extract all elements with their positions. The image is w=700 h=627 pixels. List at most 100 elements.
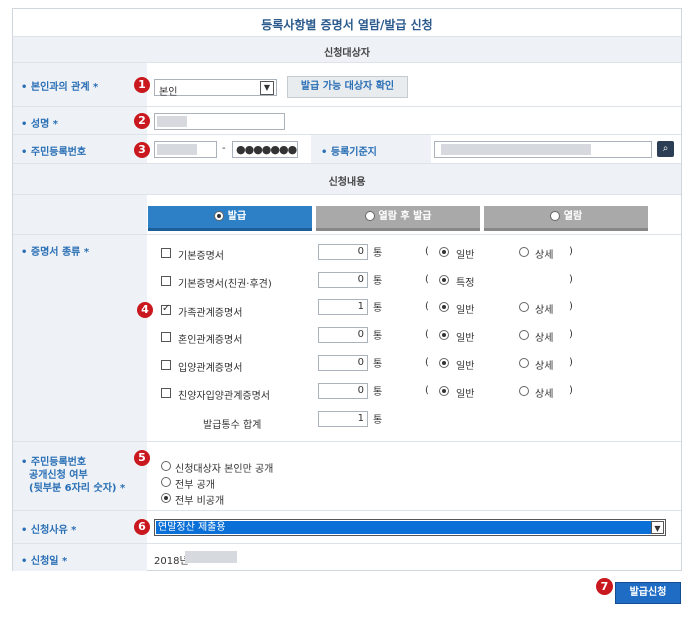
cert-opt2-basic: 상세 bbox=[535, 250, 554, 261]
chevron-down-icon: ▼ bbox=[651, 521, 664, 534]
date-row: • 신청일 * 2018년 bbox=[13, 543, 681, 571]
cert-close-basic: ) bbox=[569, 246, 573, 257]
cert-open-family: ( bbox=[425, 301, 429, 312]
cert-qty-basic[interactable]: 0 bbox=[318, 244, 368, 260]
resident-dash: - bbox=[222, 143, 226, 154]
resident-number-row: • 주민등록번호 3 - ●●●●●●● • 등록기준지 ⌕ bbox=[13, 134, 681, 163]
cert-radio-basic-guardian-specific[interactable] bbox=[439, 275, 449, 285]
cert-checkbox-basic[interactable] bbox=[161, 248, 171, 258]
name-input[interactable] bbox=[154, 113, 285, 130]
date-label: • 신청일 * bbox=[21, 556, 68, 567]
cert-radio-full-adoption-detail[interactable] bbox=[519, 386, 529, 396]
cert-radio-basic-general[interactable] bbox=[439, 247, 449, 257]
cert-opt2-adoption: 상세 bbox=[535, 361, 554, 372]
marker-5: 5 bbox=[134, 450, 150, 466]
cert-opt1-adoption: 일반 bbox=[456, 361, 475, 372]
disclosure-radio-all[interactable] bbox=[161, 477, 171, 487]
tab-view-then-issue[interactable]: 열람 후 발급 bbox=[316, 206, 480, 231]
cert-types-label: • 증명서 종류 * bbox=[21, 247, 90, 258]
cert-radio-family-general[interactable] bbox=[439, 302, 449, 312]
cert-checkbox-family[interactable]: ✓ bbox=[161, 303, 171, 315]
name-row: • 성명 * 2 bbox=[13, 106, 681, 134]
cert-radio-full-adoption-general[interactable] bbox=[439, 386, 449, 396]
resident-number-label-cell: • 주민등록번호 bbox=[13, 135, 147, 163]
check-eligible-button[interactable]: 발급 가능 대상자 확인 bbox=[287, 76, 408, 98]
cert-opt2-full-adoption: 상세 bbox=[535, 389, 554, 400]
cert-close-full-adoption: ) bbox=[569, 385, 573, 396]
cert-checkbox-basic-guardian[interactable] bbox=[161, 276, 171, 286]
cert-unit-adoption: 통 bbox=[373, 359, 383, 370]
cert-qty-marriage[interactable]: 0 bbox=[318, 327, 368, 343]
cert-opt2-marriage: 상세 bbox=[535, 333, 554, 344]
cert-radio-family-detail[interactable] bbox=[519, 302, 529, 312]
cert-radio-marriage-detail[interactable] bbox=[519, 330, 529, 340]
cert-radio-basic-detail[interactable] bbox=[519, 247, 529, 257]
relation-select-value: 본인 bbox=[159, 87, 178, 98]
tab-issue-radio bbox=[213, 211, 224, 221]
relation-label-cell: • 본인과의 관계 * bbox=[13, 63, 147, 106]
name-label: • 성명 * bbox=[21, 119, 58, 130]
cert-types-label-cell: • 증명서 종류 * bbox=[13, 235, 147, 441]
cert-checkbox-full-adoption[interactable] bbox=[161, 388, 171, 398]
cert-unit-marriage: 통 bbox=[373, 331, 383, 342]
tab-issue[interactable]: 발급 bbox=[148, 206, 312, 231]
cert-open-basic-guardian: ( bbox=[425, 274, 429, 285]
resident-back-input[interactable]: ●●●●●●● bbox=[232, 141, 298, 158]
page-title: 등록사항별 증명서 열람/발급 신청 bbox=[261, 18, 433, 32]
cert-checkbox-adoption[interactable] bbox=[161, 360, 171, 370]
resident-number-label: • 주민등록번호 bbox=[21, 147, 87, 158]
date-redacted bbox=[185, 551, 237, 563]
total-label: 발급통수 합계 bbox=[203, 420, 262, 431]
relation-select[interactable]: 본인 ▼ bbox=[154, 79, 277, 98]
cert-open-marriage: ( bbox=[425, 329, 429, 340]
cert-opt1-full-adoption: 일반 bbox=[456, 389, 475, 400]
cert-radio-adoption-detail[interactable] bbox=[519, 358, 529, 368]
cert-close-basic-guardian: ) bbox=[569, 274, 573, 285]
marker-1: 1 bbox=[134, 77, 150, 93]
marker-3: 3 bbox=[134, 142, 150, 158]
disclosure-label-cell: • 주민등록번호 공개신청 여부 (뒷부분 6자리 숫자) * bbox=[13, 442, 147, 510]
reason-select[interactable]: 연말정산 제출용 ▼ bbox=[154, 519, 666, 536]
cert-qty-family[interactable]: 1 bbox=[318, 299, 368, 315]
disclosure-radio-none[interactable] bbox=[161, 493, 171, 503]
cert-name-basic-guardian: 기본증명서(친권·후견) bbox=[178, 279, 272, 290]
submit-button[interactable]: 발급신청 bbox=[615, 582, 681, 604]
cert-unit-family: 통 bbox=[373, 303, 383, 314]
applicant-section-header: 신청대상자 bbox=[13, 36, 681, 62]
cert-name-basic: 기본증명서 bbox=[178, 251, 224, 262]
cert-radio-marriage-general[interactable] bbox=[439, 330, 449, 340]
marker-2: 2 bbox=[134, 113, 150, 129]
cert-opt1-marriage: 일반 bbox=[456, 333, 475, 344]
marker-7: 7 bbox=[596, 578, 613, 595]
tab-view[interactable]: 열람 bbox=[484, 206, 648, 231]
base-address-input[interactable] bbox=[434, 141, 652, 158]
content-section-header: 신청내용 bbox=[13, 163, 681, 194]
resident-front-input[interactable] bbox=[154, 141, 217, 158]
form-title-row: 등록사항별 증명서 열람/발급 신청 bbox=[13, 9, 681, 36]
marker-6: 6 bbox=[134, 519, 150, 535]
cert-checkbox-marriage[interactable] bbox=[161, 332, 171, 342]
application-form: 등록사항별 증명서 열람/발급 신청 신청대상자 • 본인과의 관계 * 1 본… bbox=[12, 8, 682, 571]
total-unit: 통 bbox=[373, 415, 383, 426]
cert-close-marriage: ) bbox=[569, 329, 573, 340]
cert-opt1-family: 일반 bbox=[456, 305, 475, 316]
reason-row: • 신청사유 * 6 연말정산 제출용 ▼ bbox=[13, 510, 681, 543]
date-label-cell: • 신청일 * bbox=[13, 544, 147, 571]
cert-qty-basic-guardian[interactable]: 0 bbox=[318, 272, 368, 288]
cert-radio-adoption-general[interactable] bbox=[439, 358, 449, 368]
tab-view-then-issue-radio bbox=[364, 211, 375, 221]
search-icon[interactable]: ⌕ bbox=[657, 141, 674, 157]
checkmark-icon: ✓ bbox=[162, 303, 171, 314]
disclosure-radio-self[interactable] bbox=[161, 461, 171, 471]
disclosure-option-none: 전부 비공개 bbox=[175, 496, 225, 507]
cert-qty-full-adoption[interactable]: 0 bbox=[318, 383, 368, 399]
name-label-cell: • 성명 * bbox=[13, 107, 147, 134]
cert-opt1-basic-guardian: 특정 bbox=[456, 278, 475, 289]
cert-unit-basic-guardian: 통 bbox=[373, 276, 383, 287]
base-address-label: • 등록기준지 bbox=[321, 147, 377, 158]
cert-close-family: ) bbox=[569, 301, 573, 312]
tab-view-radio bbox=[549, 211, 560, 221]
cert-open-basic: ( bbox=[425, 246, 429, 257]
disclosure-row: • 주민등록번호 공개신청 여부 (뒷부분 6자리 숫자) * 5 신청대상자 … bbox=[13, 441, 681, 510]
cert-qty-adoption[interactable]: 0 bbox=[318, 355, 368, 371]
